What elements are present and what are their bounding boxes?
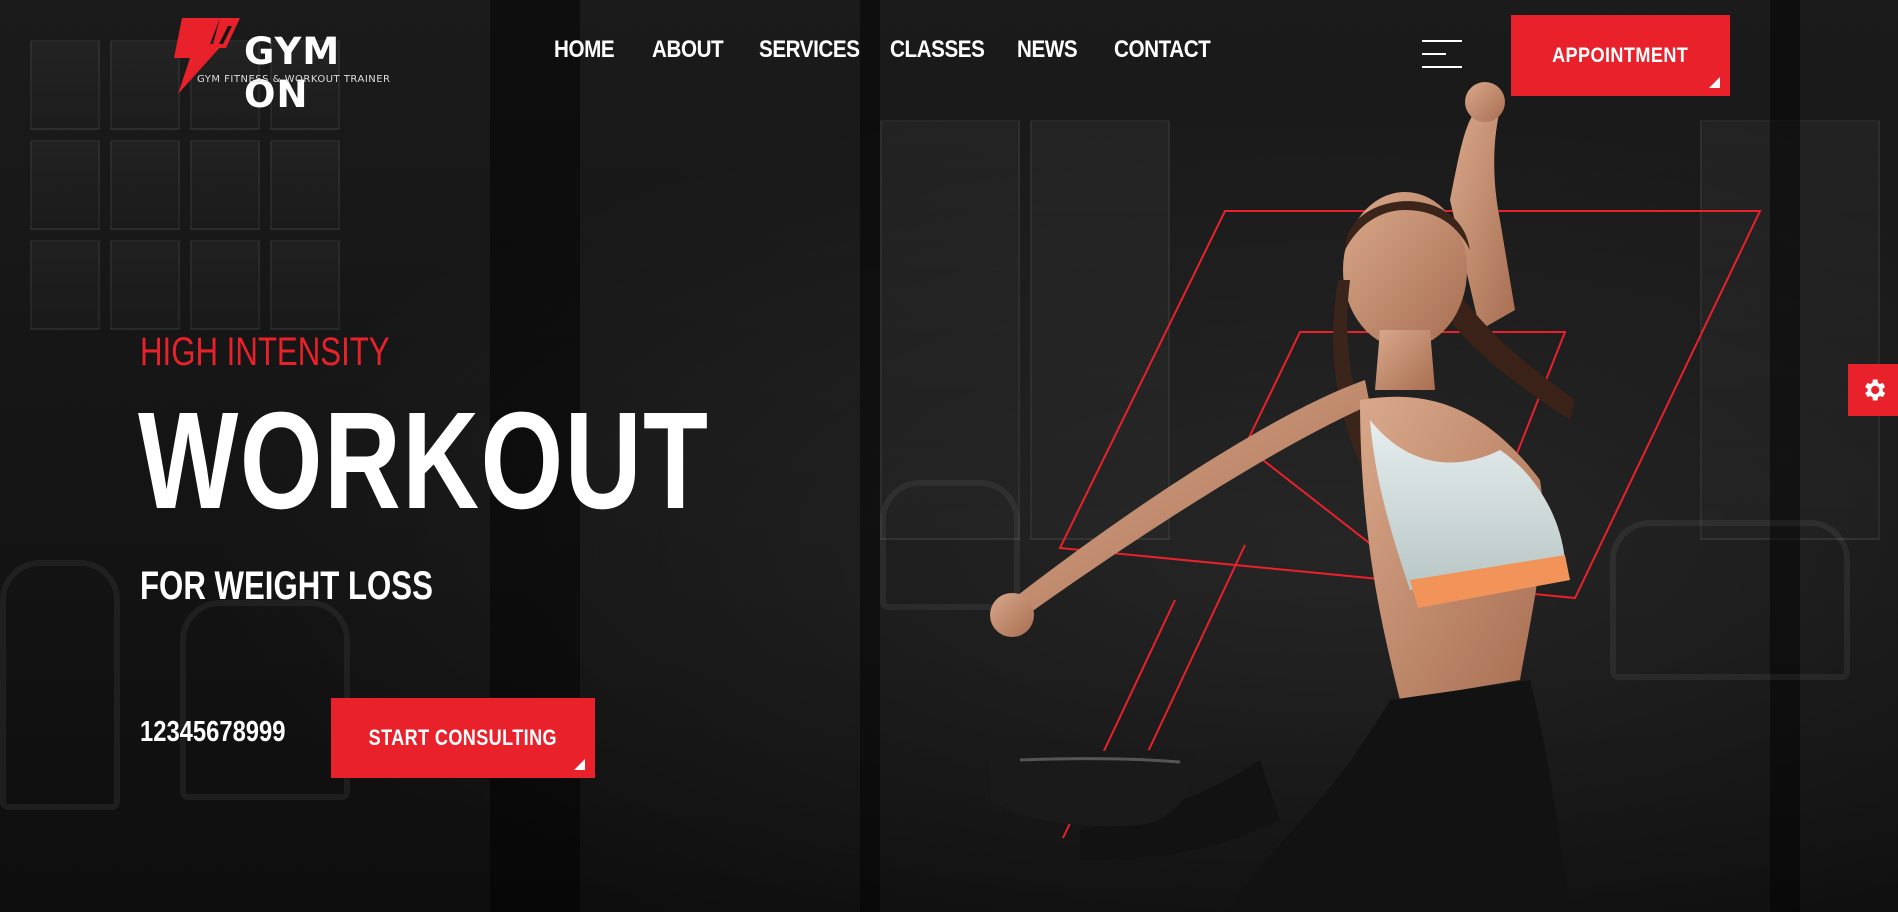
nav-item-about[interactable]: ABOUT <box>652 36 730 64</box>
phone-number[interactable]: 12345678999 <box>140 716 285 749</box>
nav-item-contact[interactable]: CONTACT <box>1114 36 1211 64</box>
main-nav: HOME ABOUT SERVICES CLASSES NEWS CONTACT <box>554 36 1214 64</box>
hero-pre-title: HIGH INTENSITY <box>140 330 390 374</box>
settings-panel-toggle[interactable] <box>1848 364 1898 416</box>
nav-item-services[interactable]: SERVICES <box>759 36 860 64</box>
site-header: GYM ON GYM FITNESS & WORKOUT TRAINER HOM… <box>0 0 1898 116</box>
brand-name: GYM ON <box>244 30 341 116</box>
gym-on-logo[interactable]: GYM ON GYM FITNESS & WORKOUT TRAINER <box>168 14 398 116</box>
appointment-button[interactable]: APPOINTMENT <box>1511 15 1730 96</box>
nav-item-classes[interactable]: CLASSES <box>890 36 985 64</box>
hero-subtitle: FOR WEIGHT LOSS <box>140 564 433 608</box>
start-consulting-button[interactable]: START CONSULTING <box>331 698 595 778</box>
start-consulting-label: START CONSULTING <box>368 725 558 750</box>
corner-triangle-icon <box>574 759 585 770</box>
hamburger-menu-icon[interactable] <box>1422 40 1462 70</box>
corner-triangle-icon <box>1709 77 1720 88</box>
hero-title: WORKOUT <box>138 384 710 538</box>
nav-item-home[interactable]: HOME <box>554 36 626 64</box>
brand-tagline: GYM FITNESS & WORKOUT TRAINER <box>197 74 391 85</box>
nav-item-news[interactable]: NEWS <box>1017 36 1081 64</box>
gear-icon <box>1865 379 1886 401</box>
hero-athlete-image <box>990 82 1575 912</box>
appointment-button-label: APPOINTMENT <box>1552 43 1689 67</box>
